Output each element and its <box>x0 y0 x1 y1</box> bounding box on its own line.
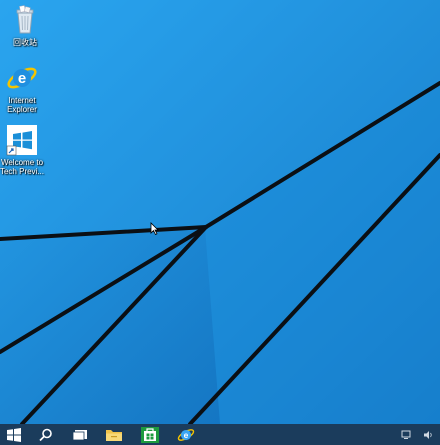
wallpaper-lines <box>0 0 440 424</box>
folder-icon <box>105 428 123 442</box>
ie-icon: e <box>177 426 195 444</box>
file-explorer-button[interactable] <box>100 424 128 445</box>
desktop-icon-recycle-bin[interactable]: 回收站 <box>0 4 50 47</box>
start-button[interactable] <box>0 424 28 445</box>
svg-text:e: e <box>18 70 26 87</box>
desktop-icon-label: Welcome to Tech Previ... <box>0 158 44 176</box>
svg-text:e: e <box>184 429 189 439</box>
volume-tray-icon[interactable] <box>418 424 438 445</box>
task-view-icon <box>72 429 88 441</box>
taskbar: e <box>0 424 440 445</box>
network-tray-icon[interactable] <box>396 424 416 445</box>
search-button[interactable] <box>32 424 60 445</box>
mouse-pointer-icon <box>150 222 159 240</box>
desktop-icon-internet-explorer[interactable]: e Internet Explorer <box>0 62 47 114</box>
store-icon <box>141 426 159 443</box>
desktop-icon-welcome[interactable]: Welcome to Tech Previ... <box>0 124 47 176</box>
desktop-wallpaper <box>0 0 440 424</box>
windows-logo-icon <box>7 427 21 442</box>
ie-icon: e <box>6 62 38 94</box>
store-button[interactable] <box>136 424 164 445</box>
search-icon <box>39 428 53 442</box>
recycle-bin-icon <box>9 4 41 36</box>
task-view-button[interactable] <box>66 424 94 445</box>
ie-taskbar-button[interactable]: e <box>172 424 200 445</box>
windows-logo-icon <box>6 124 38 156</box>
desktop-icon-label: Internet Explorer <box>7 96 37 114</box>
desktop-icon-label: 回收站 <box>13 38 37 47</box>
